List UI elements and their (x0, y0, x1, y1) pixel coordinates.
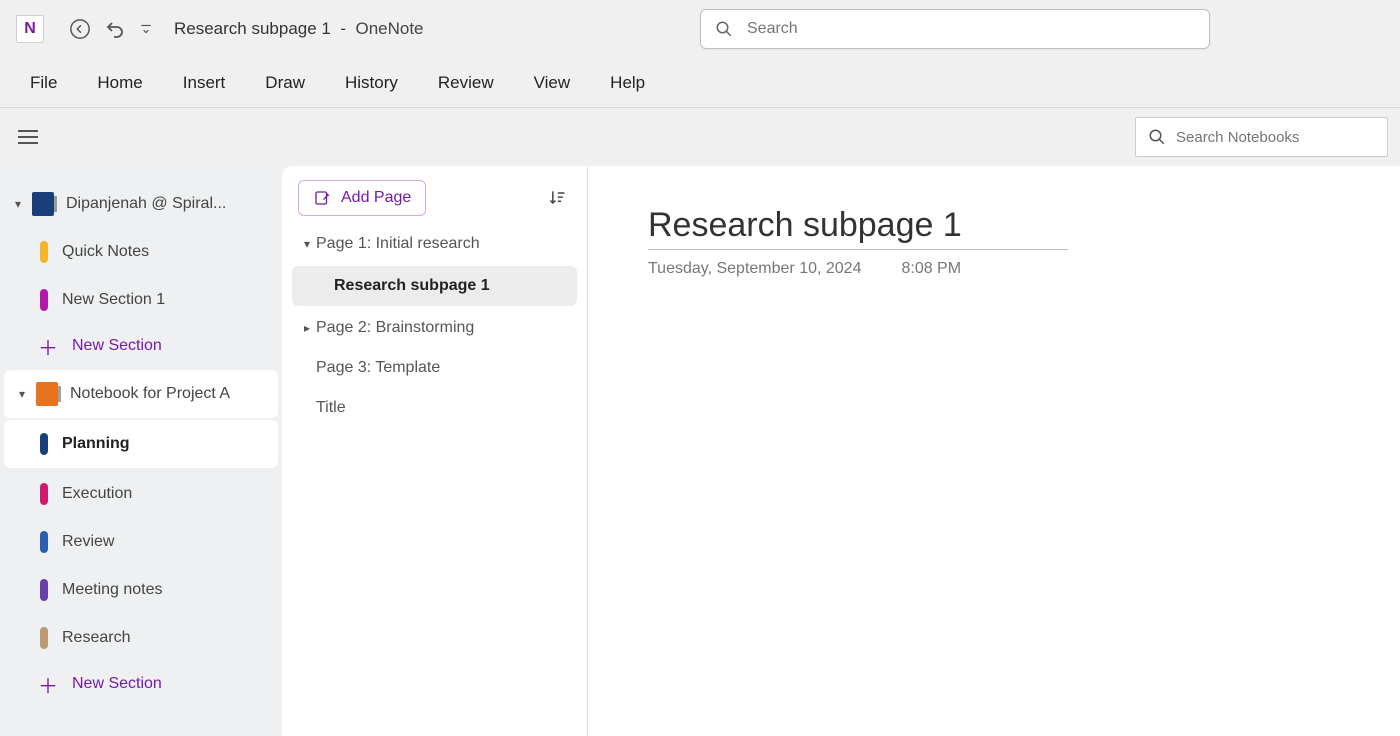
section-color-tab (40, 579, 48, 601)
section-label: Meeting notes (62, 581, 163, 599)
page-entry[interactable]: ▸ Page 2: Brainstorming (292, 308, 577, 348)
notebook-name: Dipanjenah @ Spiral... (66, 195, 226, 213)
secondary-bar (0, 108, 1400, 166)
menu-file[interactable]: File (24, 67, 63, 99)
page-list-panel: Add Page ▾ Page 1: Initial research Rese… (282, 166, 588, 736)
nav-toggle-button[interactable] (12, 121, 44, 153)
section-color-tab (40, 531, 48, 553)
section-label: Quick Notes (62, 243, 149, 261)
notebook-search[interactable] (1135, 117, 1388, 157)
page-entry[interactable]: ▾ Page 1: Initial research (292, 224, 577, 264)
section-color-tab (40, 483, 48, 505)
new-section-button[interactable]: ＋ New Section (0, 662, 282, 706)
section-label: Execution (62, 485, 132, 503)
back-button[interactable] (62, 11, 98, 47)
section-row[interactable]: Quick Notes (0, 228, 282, 276)
plus-icon: ＋ (38, 670, 58, 699)
notebook-icon (36, 382, 58, 406)
search-icon (1148, 128, 1166, 146)
section-label: Research (62, 629, 130, 647)
notebook-sidebar: ▾ Dipanjenah @ Spiral... Quick Notes New… (0, 166, 282, 736)
menu-review[interactable]: Review (432, 67, 500, 99)
page-label: Page 1: Initial research (316, 235, 480, 253)
section-color-tab (40, 289, 48, 311)
menu-help[interactable]: Help (604, 67, 651, 99)
quick-access-dropdown[interactable] (134, 11, 158, 47)
notebook-search-input[interactable] (1176, 129, 1375, 146)
menu-history[interactable]: History (339, 67, 404, 99)
section-row[interactable]: New Section 1 (0, 276, 282, 324)
chevron-down-icon: ▾ (298, 237, 316, 251)
chevron-down-icon: ▾ (14, 387, 30, 401)
section-row[interactable]: Review (0, 518, 282, 566)
notebook-icon (32, 192, 54, 216)
global-search[interactable] (700, 9, 1210, 49)
notebook-name: Notebook for Project A (70, 385, 230, 403)
section-row[interactable]: Planning (4, 420, 278, 468)
page-content[interactable]: Tuesday, September 10, 20248:08 PM (588, 166, 1400, 736)
section-color-tab (40, 433, 48, 455)
page-entry-selected[interactable]: Research subpage 1 (292, 266, 577, 306)
page-label: Title (316, 399, 346, 417)
section-label: New Section 1 (62, 291, 165, 309)
section-row[interactable]: Research (0, 614, 282, 662)
page-label: Research subpage 1 (334, 277, 490, 295)
menu-view[interactable]: View (528, 67, 577, 99)
sort-pages-button[interactable] (543, 184, 571, 212)
undo-button[interactable] (98, 11, 134, 47)
new-section-button[interactable]: ＋ New Section (0, 324, 282, 368)
section-row[interactable]: Meeting notes (0, 566, 282, 614)
page-label: Page 3: Template (316, 359, 440, 377)
onenote-logo: N (16, 15, 44, 43)
section-label: Planning (62, 435, 130, 453)
add-page-icon (313, 189, 331, 207)
page-entry[interactable]: Title (292, 388, 577, 428)
section-color-tab (40, 627, 48, 649)
section-color-tab (40, 241, 48, 263)
add-page-button[interactable]: Add Page (298, 180, 426, 216)
section-label: Review (62, 533, 114, 551)
chevron-down-icon: ▾ (10, 197, 26, 211)
notebook-row[interactable]: ▾ Notebook for Project A (4, 370, 278, 418)
plus-icon: ＋ (38, 332, 58, 361)
menu-home[interactable]: Home (91, 67, 148, 99)
title-bar: N Research subpage 1 - OneNote (0, 0, 1400, 58)
menu-draw[interactable]: Draw (259, 67, 311, 99)
search-icon (715, 20, 733, 38)
main-area: ▾ Dipanjenah @ Spiral... Quick Notes New… (0, 166, 1400, 736)
page-title-input[interactable] (648, 206, 1068, 250)
global-search-input[interactable] (747, 20, 1195, 38)
page-label: Page 2: Brainstorming (316, 319, 474, 337)
window-title: Research subpage 1 - OneNote (174, 19, 424, 39)
chevron-right-icon: ▸ (298, 321, 316, 335)
section-row[interactable]: Execution (0, 470, 282, 518)
notebook-row[interactable]: ▾ Dipanjenah @ Spiral... (0, 180, 282, 228)
page-timestamp: Tuesday, September 10, 20248:08 PM (648, 260, 1400, 278)
menu-bar: File Home Insert Draw History Review Vie… (0, 58, 1400, 108)
page-entry[interactable]: Page 3: Template (292, 348, 577, 388)
menu-insert[interactable]: Insert (177, 67, 232, 99)
